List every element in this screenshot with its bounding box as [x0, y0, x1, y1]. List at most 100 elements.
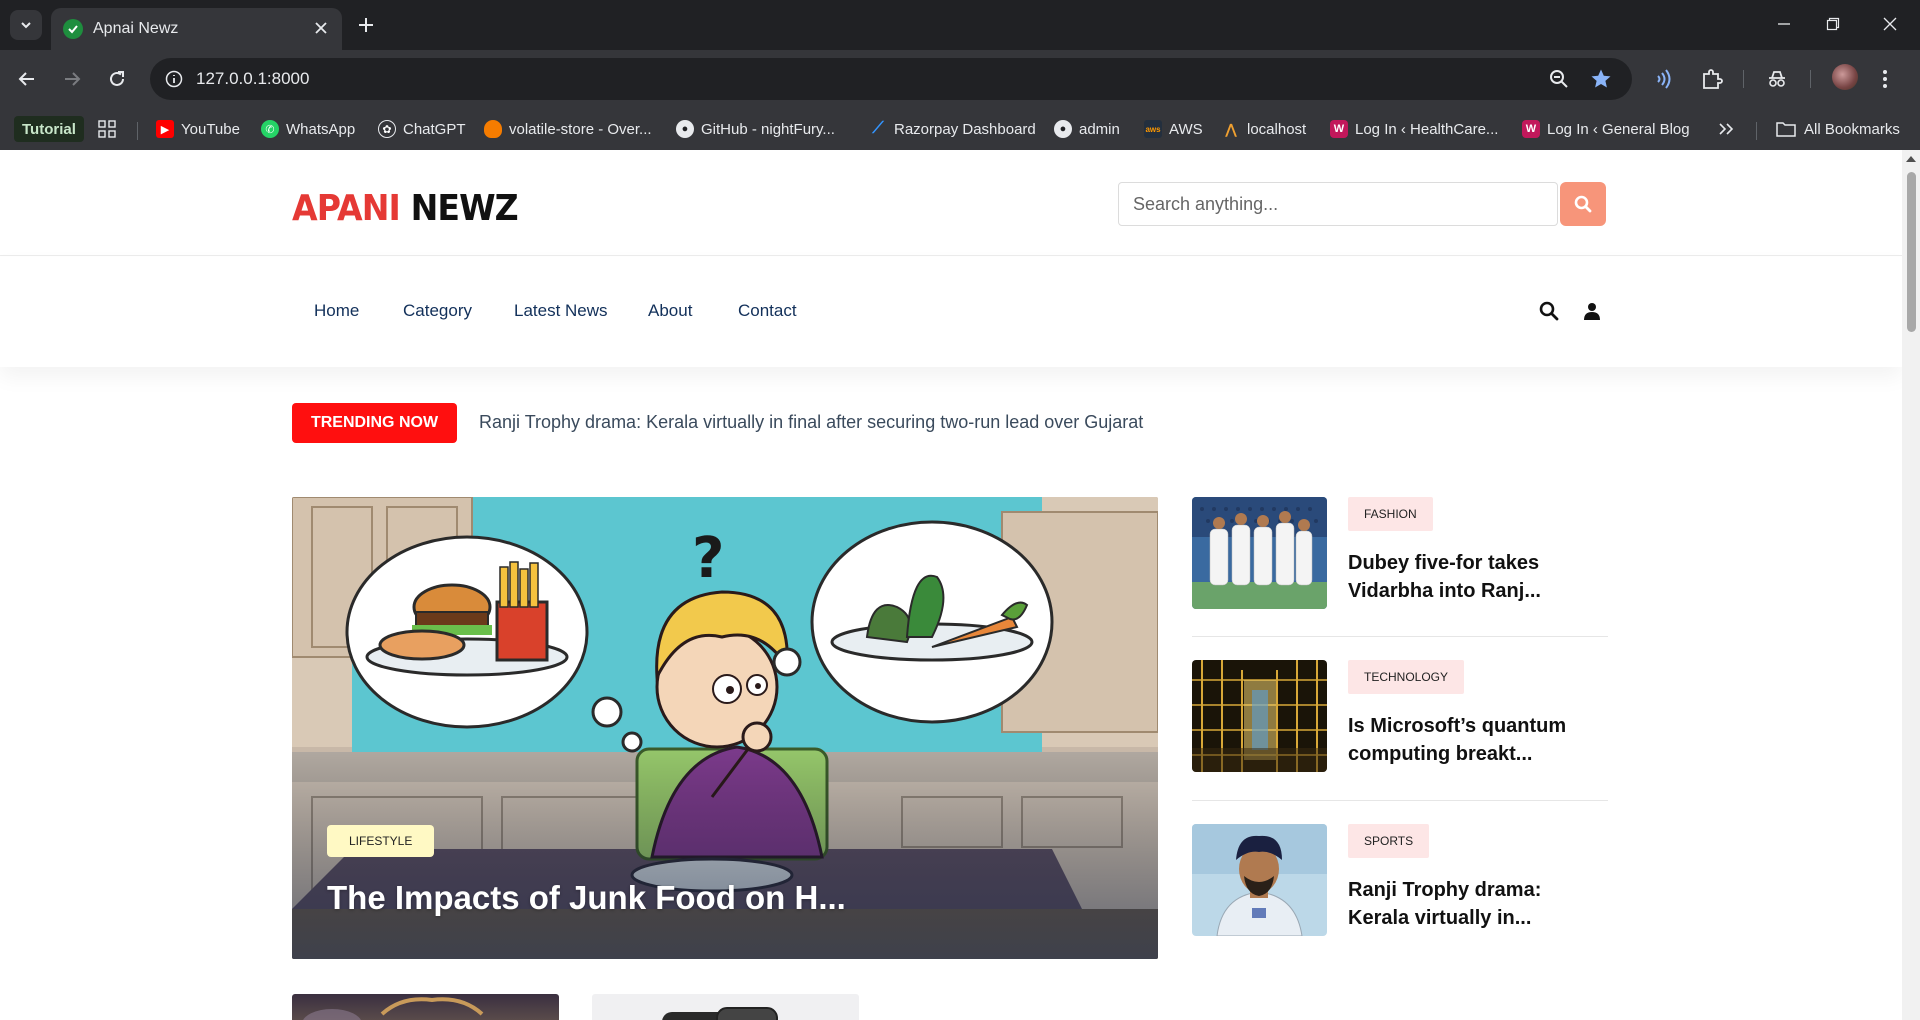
bookmark-separator [137, 122, 138, 140]
main-navigation: Home Category Latest News About Contact [0, 257, 1902, 367]
bookmark-razorpay[interactable]: ⟋ Razorpay Dashboard [869, 116, 1036, 142]
profile-avatar[interactable] [1832, 64, 1858, 90]
category-badge[interactable]: FASHION [1348, 497, 1433, 531]
search-icon [1574, 195, 1592, 213]
aws-icon: aws [1144, 120, 1162, 138]
nav-latest-news[interactable]: Latest News [514, 301, 608, 321]
folder-icon [1776, 122, 1796, 137]
bookmark-healthcare-login[interactable]: W Log In ‹ HealthCare... [1330, 116, 1498, 142]
browser-toolbar: 127.0.0.1:8000 [0, 50, 1920, 108]
razorpay-icon: ⟋ [872, 120, 884, 137]
nav-home[interactable]: Home [314, 301, 359, 321]
tab-title: Apnai Newz [93, 20, 179, 37]
bookmark-label: AWS [1169, 120, 1203, 138]
side-article-title[interactable]: Ranji Trophy drama: Kerala virtually in.… [1348, 876, 1598, 932]
article-thumbnail [1192, 824, 1327, 936]
trending-now-badge: TRENDING NOW [292, 403, 457, 443]
bookmark-separator [1756, 122, 1757, 140]
logo-text-red: APANI [292, 188, 401, 229]
all-bookmarks-label: All Bookmarks [1804, 120, 1900, 138]
tab-search-button[interactable] [10, 10, 42, 40]
bookmark-github-nightfury[interactable]: ● GitHub - nightFury... [676, 116, 835, 142]
minimize-button[interactable] [1764, 10, 1804, 38]
all-bookmarks-button[interactable]: All Bookmarks [1776, 116, 1900, 142]
toolbar-separator [1743, 70, 1744, 88]
restore-button[interactable] [1813, 10, 1853, 38]
side-article-card[interactable]: TECHNOLOGY Is Microsoft’s quantum comput… [1192, 660, 1608, 772]
bookmark-label: Razorpay Dashboard [894, 120, 1036, 138]
zoom-icon[interactable] [1546, 67, 1572, 91]
site-info-icon[interactable] [162, 67, 186, 91]
address-bar[interactable]: 127.0.0.1:8000 [150, 58, 1632, 100]
toolbar-separator [1810, 70, 1811, 88]
close-icon [315, 22, 327, 34]
bookmark-volatile-store[interactable]: volatile-store - Over... [484, 116, 652, 142]
nav-about[interactable]: About [648, 301, 692, 321]
side-article-card[interactable]: SPORTS Ranji Trophy drama: Kerala virtua… [1192, 824, 1608, 936]
forward-button[interactable] [57, 64, 87, 94]
xampp-icon: ⋀ [1225, 120, 1237, 137]
article-thumbnail[interactable] [292, 994, 559, 1020]
page-scrollbar[interactable] [1902, 150, 1920, 1020]
featured-article-card[interactable]: ? LIFESTYLE [292, 497, 1158, 959]
close-window-button[interactable] [1870, 10, 1910, 38]
search-input[interactable] [1118, 182, 1558, 226]
new-tab-button[interactable] [352, 11, 380, 39]
side-article-title[interactable]: Is Microsoft’s quantum computing breakt.… [1348, 712, 1598, 768]
bookmark-tutorial[interactable]: Tutorial [14, 116, 84, 142]
chevron-down-icon [21, 22, 31, 29]
apps-grid-icon[interactable] [98, 116, 116, 142]
nav-search-icon[interactable] [1538, 300, 1560, 322]
side-article-title[interactable]: Dubey five-for takes Vidarbha into Ranj.… [1348, 549, 1598, 605]
bookmark-label: GitHub - nightFury... [701, 120, 835, 138]
search-button[interactable] [1560, 182, 1606, 226]
bookmark-general-blog-login[interactable]: W Log In ‹ General Blog [1522, 116, 1690, 142]
bookmark-star-icon[interactable] [1588, 67, 1614, 91]
scrollbar-thumb[interactable] [1907, 172, 1916, 332]
address-url[interactable]: 127.0.0.1:8000 [196, 69, 309, 89]
bookmark-label: ChatGPT [403, 120, 466, 138]
user-account-icon[interactable] [1581, 300, 1603, 322]
nav-category[interactable]: Category [403, 301, 472, 321]
whatsapp-icon: ✆ [261, 120, 279, 138]
restore-icon [1826, 17, 1840, 31]
menu-kebab-icon[interactable] [1870, 64, 1900, 94]
bookmark-label: localhost [1247, 120, 1307, 138]
bookmark-aws[interactable]: aws AWS [1144, 116, 1203, 142]
trending-headline-link[interactable]: Ranji Trophy drama: Kerala virtually in … [479, 412, 1143, 433]
extensions-icon[interactable] [1697, 64, 1727, 94]
incognito-icon[interactable] [1762, 64, 1792, 94]
back-button[interactable] [12, 64, 42, 94]
bookmark-label: YouTube [181, 120, 240, 138]
category-badge[interactable]: SPORTS [1348, 824, 1430, 858]
article-thumbnail [1192, 660, 1327, 772]
bookmark-label: WhatsApp [286, 120, 356, 138]
side-article-card[interactable]: FASHION Dubey five-for takes Vidarbha in… [1192, 497, 1608, 609]
nav-contact[interactable]: Contact [738, 301, 797, 321]
bookmark-localhost[interactable]: ⋀ localhost [1222, 116, 1306, 142]
read-aloud-icon[interactable] [1650, 64, 1680, 94]
bookmark-admin[interactable]: ● admin [1054, 116, 1120, 142]
bookmark-label: Log In ‹ HealthCare... [1355, 120, 1499, 138]
article-thumbnail[interactable] [592, 994, 859, 1020]
category-badge[interactable]: TECHNOLOGY [1348, 660, 1465, 694]
divider [1192, 800, 1608, 801]
chatgpt-icon: ✿ [378, 120, 396, 138]
logo-text-black: NEWZ [410, 188, 519, 229]
category-badge[interactable]: LIFESTYLE [327, 825, 435, 857]
browser-tab-active[interactable]: Apnai Newz [51, 8, 342, 50]
minimize-icon [1778, 23, 1790, 25]
close-icon [1883, 17, 1897, 31]
more-bookmarks-chevron-icon[interactable] [1718, 116, 1734, 142]
bookmark-youtube[interactable]: ▶ YouTube [156, 116, 240, 142]
wordpress-icon: W [1522, 120, 1540, 138]
github-icon: ● [676, 120, 694, 138]
bookmark-whatsapp[interactable]: ✆ WhatsApp [261, 116, 355, 142]
bookmark-label: volatile-store - Over... [509, 120, 652, 138]
bookmark-chatgpt[interactable]: ✿ ChatGPT [378, 116, 466, 142]
tab-close-button[interactable] [310, 17, 332, 39]
reload-button[interactable] [102, 64, 132, 94]
site-logo[interactable]: APANI NEWZ [292, 188, 519, 229]
featured-article-title[interactable]: The Impacts of Junk Food on H... [327, 879, 846, 917]
scroll-up-arrow-icon[interactable] [1906, 156, 1916, 162]
